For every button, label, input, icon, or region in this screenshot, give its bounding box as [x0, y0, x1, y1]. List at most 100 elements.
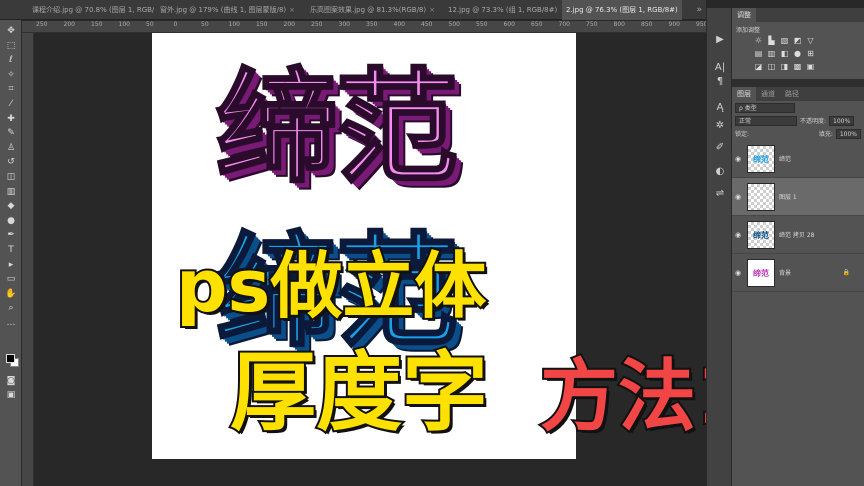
tab-layers[interactable]: 图层 — [732, 87, 756, 101]
type-icon[interactable]: T — [3, 243, 19, 257]
layers-tab-bar: 图层 通道 路径 — [732, 87, 864, 101]
layers-list: ◉ 缔范 缔范 ◉ 图层 1 ◉ 缔范 缔范 拷贝 28 ◉ 缔范 背景 🔒 — [732, 140, 864, 292]
path-select-icon[interactable]: ▸ — [3, 258, 19, 272]
adjustments-subtitle: 添加调整 — [736, 27, 761, 34]
foreground-color-swatch[interactable] — [6, 354, 15, 363]
visibility-eye-icon[interactable]: ◉ — [732, 193, 744, 201]
dodge-icon[interactable]: ● — [3, 214, 19, 228]
adjustment-icon[interactable]: ◩ — [793, 36, 802, 45]
layer-thumbnail — [747, 182, 775, 211]
layer-filter-row: ρ 类型 — [732, 101, 864, 114]
lock-label: 锁定: — [735, 131, 750, 138]
ruler-tick-label: 0 — [173, 21, 178, 28]
pen-icon[interactable]: ✒ — [3, 228, 19, 242]
visibility-eye-icon[interactable]: ◉ — [732, 269, 744, 277]
close-icon[interactable]: × — [289, 6, 295, 14]
document-tab-bar: 课程介绍.jpg @ 70.8% (图层 1, RGB/8#)× 窗外.jpg … — [0, 0, 706, 20]
ruler-tick-label: 850 — [641, 21, 653, 28]
adjustment-icon[interactable]: ▙ — [767, 36, 776, 45]
swatch-icon[interactable]: ◐ — [712, 164, 728, 178]
tab-window[interactable]: 窗外.jpg @ 179% (曲线 1, 图层蒙版/8) × — [156, 0, 304, 20]
kind-filter-select[interactable]: ρ 类型 — [735, 102, 795, 113]
close-icon[interactable]: × — [681, 6, 682, 14]
ruler-tick-label: 300 — [338, 21, 350, 28]
lock-fill-row: 锁定: 填充: 100% — [732, 127, 864, 140]
close-icon[interactable]: × — [429, 6, 435, 14]
ruler-tick-label: 50 — [201, 21, 209, 28]
adjustment-icon[interactable]: ▽ — [806, 36, 815, 45]
tab-adjustments[interactable]: 调整 — [732, 8, 756, 22]
adjustment-icon[interactable]: ● — [793, 49, 802, 58]
zoom-icon[interactable]: ⌕ — [3, 301, 19, 315]
layer-row[interactable]: ◉ 缔范 背景 🔒 — [732, 254, 864, 292]
fill-input[interactable]: 100% — [835, 128, 861, 139]
layer-row[interactable]: ◉ 缔范 缔范 拷贝 28 — [732, 216, 864, 254]
adjustment-icon[interactable]: ◨ — [780, 62, 789, 71]
tools-panel: ✥ ⬚ ℓ ✧ ⌗ ⁄ ✚ ✎ ♙ ↺ ◫ ▥ ◆ ● ✒ T ▸ ▭ ✋ ⌕… ◙ ▣ — [0, 20, 22, 486]
adjustment-icon[interactable]: ☼ — [754, 36, 763, 45]
tabs-overflow-icon[interactable]: » — [696, 0, 702, 20]
tab-course-intro[interactable]: 课程介绍.jpg @ 70.8% (图层 1, RGB/8#)× — [28, 0, 154, 20]
adjustments-row-2: ▤ ▥ ◧ ● ⊞ — [732, 47, 864, 60]
ruler-tick-label: 450 — [421, 21, 433, 28]
adjustment-icon[interactable]: ▣ — [806, 62, 815, 71]
eraser-icon[interactable]: ◫ — [3, 170, 19, 184]
brush-icon[interactable]: ✎ — [3, 126, 19, 140]
tab-lego[interactable]: 乐高图案效果.jpg @ 81.3%(RGB/8) × — [306, 0, 442, 20]
lasso-icon[interactable]: ℓ — [3, 53, 19, 67]
eyedropper-icon[interactable]: ⁄ — [3, 97, 19, 111]
layer-thumbnail: 缔范 — [747, 144, 775, 173]
adjustment-icon[interactable]: ◧ — [780, 49, 789, 58]
text-icon[interactable]: A| — [712, 60, 728, 74]
tab-paths[interactable]: 路径 — [780, 87, 804, 101]
brush-preset-icon[interactable]: ✐ — [712, 140, 728, 154]
adjustment-icon[interactable]: ▩ — [793, 62, 802, 71]
play-icon[interactable]: ▶ — [712, 32, 728, 46]
history-brush-icon[interactable]: ↺ — [3, 155, 19, 169]
stamp-icon[interactable]: ♙ — [3, 141, 19, 155]
fill-label: 填充: — [818, 131, 833, 138]
layer-thumbnail: 缔范 — [747, 220, 775, 249]
tab-12[interactable]: 12.jpg @ 73.3% (组 1, RGB/8#)× — [444, 0, 560, 20]
gradient-icon[interactable]: ▥ — [3, 185, 19, 199]
adjustment-icon[interactable]: ◪ — [754, 62, 763, 71]
more-icon[interactable]: … — [3, 316, 19, 330]
layer-name: 缔范 — [779, 156, 792, 163]
ruler-tick-label: 750 — [586, 21, 598, 28]
vertical-ruler — [22, 33, 34, 486]
move-icon[interactable]: ✥ — [3, 24, 19, 38]
character-style-icon[interactable]: Ą — [712, 100, 728, 114]
shape-icon[interactable]: ▭ — [3, 272, 19, 286]
adjustment-icon[interactable]: ⊞ — [806, 49, 815, 58]
layer-name: 背景 — [779, 270, 792, 277]
healing-icon[interactable]: ✚ — [3, 112, 19, 126]
marquee-icon[interactable]: ⬚ — [3, 39, 19, 53]
adjustment-icon[interactable]: ▧ — [780, 36, 789, 45]
layer-row[interactable]: ◉ 图层 1 — [732, 178, 864, 216]
sliders-icon[interactable]: ⇌ — [712, 186, 728, 200]
adjustment-icon[interactable]: ▤ — [754, 49, 763, 58]
visibility-eye-icon[interactable]: ◉ — [732, 231, 744, 239]
screen-mode-icon[interactable]: ▣ — [3, 388, 19, 402]
hand-icon[interactable]: ✋ — [3, 287, 19, 301]
opacity-input[interactable]: 100% — [829, 115, 855, 126]
visibility-eye-icon[interactable]: ◉ — [732, 155, 744, 163]
blur-icon[interactable]: ◆ — [3, 199, 19, 213]
adjustment-icon[interactable]: ▥ — [767, 49, 776, 58]
layer-name: 缔范 拷贝 28 — [779, 232, 815, 239]
opacity-label: 不透明度: — [800, 118, 827, 125]
tab-channels[interactable]: 通道 — [756, 87, 780, 101]
tab-2-active[interactable]: 2.jpg @ 76.3% (图层 1, RGB/8#)× — [562, 0, 682, 20]
ruler-tick-label: 950 — [696, 21, 706, 28]
ruler-tick-label: 650 — [531, 21, 543, 28]
adjustment-icon[interactable]: ◫ — [767, 62, 776, 71]
ruler-tick-label: 500 — [448, 21, 460, 28]
crop-icon[interactable]: ⌗ — [3, 82, 19, 96]
paragraph-icon[interactable]: ¶ — [712, 74, 728, 88]
quick-mask-icon[interactable]: ◙ — [3, 374, 19, 388]
layer-row[interactable]: ◉ 缔范 缔范 — [732, 140, 864, 178]
overlay-title-line2: 厚度字 — [228, 343, 490, 443]
blend-mode-select[interactable]: 正常 — [735, 115, 797, 126]
settings-icon[interactable]: ✲ — [712, 118, 728, 132]
magic-wand-icon[interactable]: ✧ — [3, 68, 19, 82]
